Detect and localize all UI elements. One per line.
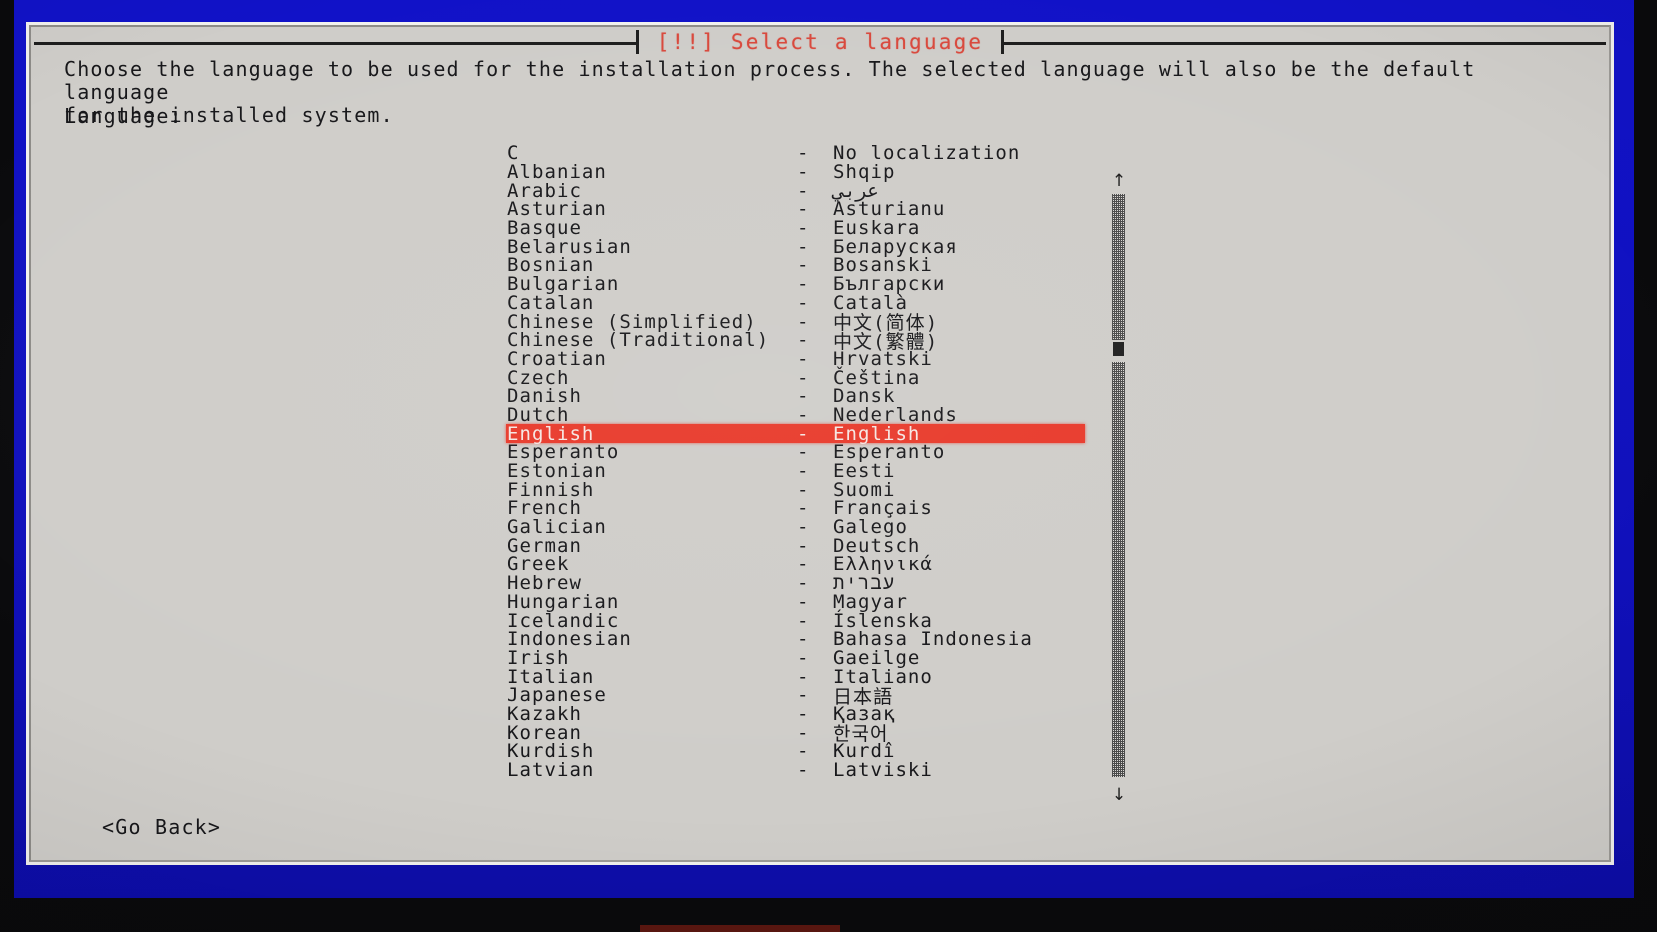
scroll-down-arrow-icon[interactable]: ↓	[1109, 786, 1129, 804]
language-separator: -	[797, 759, 810, 782]
language-row[interactable]: Czech - Čeština	[507, 367, 1067, 389]
language-row[interactable]: Arabic - عربي	[507, 180, 1067, 202]
language-row[interactable]: Belarusian - Беларуская	[507, 236, 1067, 258]
language-row[interactable]: C - No localization	[507, 142, 1067, 164]
title-rule-left	[34, 41, 636, 45]
language-list-scrollbar[interactable]: ↑ ↓	[1109, 172, 1129, 804]
intro-text: Choose the language to be used for the i…	[64, 57, 1476, 127]
language-row[interactable]: Galician - Galego	[507, 516, 1067, 538]
select-language-dialog: [!!] Select a language Choose the langua…	[26, 22, 1614, 865]
language-field-label: Language:	[64, 104, 183, 128]
language-row[interactable]: French - Français	[507, 497, 1067, 519]
language-row[interactable]: Estonian - Eesti	[507, 460, 1067, 482]
photo-bottom-led	[640, 925, 840, 932]
language-row[interactable]: Bosnian - Bosanski	[507, 254, 1067, 276]
language-row[interactable]: Korean - 한국어	[507, 722, 1067, 746]
language-row[interactable]: English - English	[506, 423, 1085, 445]
language-row[interactable]: Irish - Gaeilge	[507, 647, 1067, 669]
screen-photo: [!!] Select a language Choose the langua…	[0, 0, 1657, 932]
language-row[interactable]: Albanian - Shqip	[507, 161, 1067, 183]
language-native-name: Latviski	[833, 759, 933, 782]
language-name: Latvian	[507, 759, 595, 782]
language-row[interactable]: Bulgarian - Български	[507, 273, 1067, 295]
language-row[interactable]: Hebrew - עברית	[507, 572, 1067, 595]
dialog-title-bar: [!!] Select a language	[26, 28, 1614, 56]
go-back-button[interactable]: <Go Back>	[102, 815, 221, 839]
language-row[interactable]: Asturian - Asturianu	[507, 198, 1067, 220]
title-rule-right	[1004, 41, 1606, 45]
language-row[interactable]: Chinese (Traditional) - 中文(繁體)	[507, 329, 1067, 353]
scrollbar-track-lower[interactable]	[1112, 362, 1125, 777]
language-row[interactable]: Japanese - 日本語	[507, 684, 1067, 708]
language-row[interactable]: Finnish - Suomi	[507, 479, 1067, 501]
language-row[interactable]: Hungarian - Magyar	[507, 591, 1067, 613]
language-list[interactable]: C - No localization Albanian - Shqip Arabic - عر…	[506, 142, 1085, 794]
language-row[interactable]: Icelandic - Íslenska	[507, 610, 1067, 632]
dialog-title: [!!] Select a language	[656, 30, 984, 54]
language-row[interactable]: Indonesian - Bahasa Indonesia	[507, 628, 1067, 650]
scroll-up-arrow-icon[interactable]: ↑	[1109, 172, 1129, 190]
scrollbar-thumb[interactable]	[1113, 342, 1124, 356]
language-row[interactable]: German - Deutsch	[507, 535, 1067, 557]
language-row[interactable]: Latvian - Latviski	[507, 759, 1067, 782]
language-row[interactable]: Danish - Dansk	[507, 385, 1067, 407]
scrollbar-track-upper[interactable]	[1112, 194, 1125, 340]
language-row[interactable]: Dutch - Nederlands	[507, 404, 1067, 426]
language-row[interactable]: Kurdish - Kurdî	[507, 740, 1067, 762]
language-row[interactable]: Esperanto - Esperanto	[507, 441, 1067, 463]
language-row[interactable]: Croatian - Hrvatski	[507, 348, 1067, 370]
language-row[interactable]: Basque - Euskara	[507, 217, 1067, 239]
